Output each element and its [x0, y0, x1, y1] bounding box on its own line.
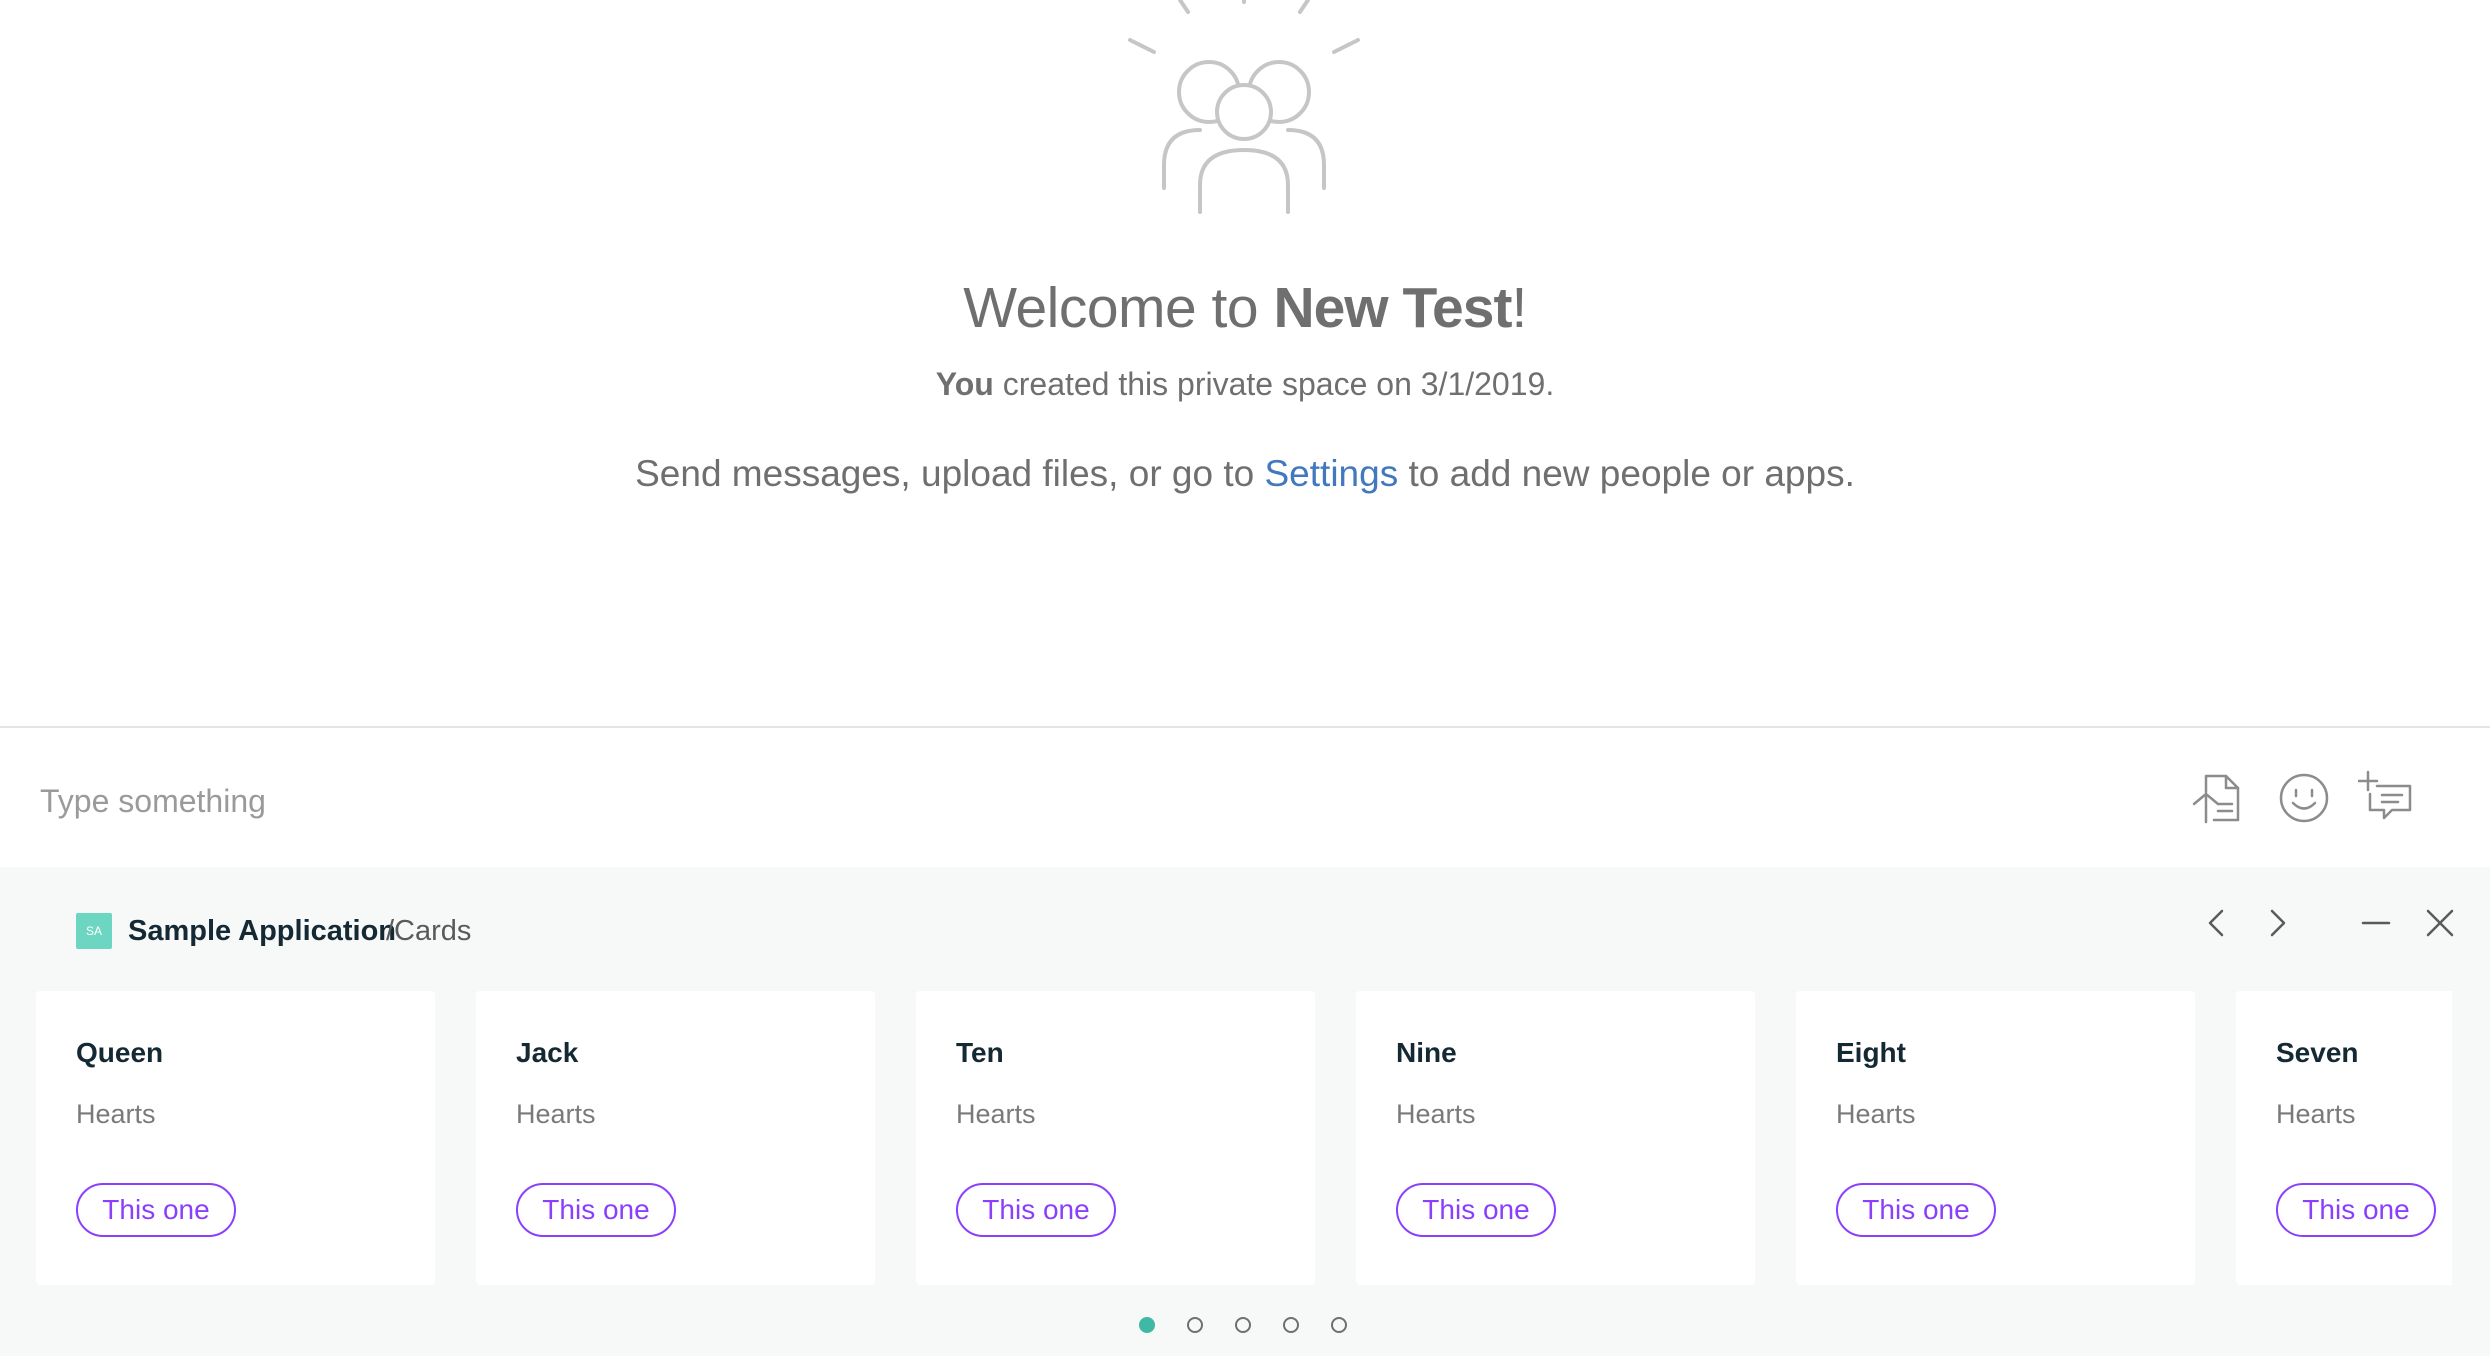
pagination-dot-active[interactable] — [1139, 1317, 1155, 1333]
instructions-text: Send messages, upload files, or go to Se… — [0, 453, 2490, 495]
card: Nine Hearts This one — [1356, 991, 1755, 1285]
created-text: created this private space on 3/1/2019. — [993, 366, 1555, 402]
pagination-dot[interactable] — [1235, 1317, 1251, 1333]
people-group-icon — [1128, 0, 1360, 214]
card: Ten Hearts This one — [916, 991, 1315, 1285]
card-title: Jack — [516, 1037, 579, 1068]
card-title: Nine — [1396, 1037, 1457, 1068]
welcome-title-suffix: ! — [1511, 276, 1527, 340]
add-action-icon[interactable] — [2358, 770, 2414, 826]
app-tray: SA Sample Application /Cards Queen Heart… — [0, 867, 2490, 1356]
pagination-dot[interactable] — [1331, 1317, 1347, 1333]
chevron-right-icon[interactable] — [2257, 903, 2297, 943]
this-one-button[interactable]: This one — [516, 1183, 676, 1237]
chevron-left-icon[interactable] — [2197, 903, 2237, 943]
pagination-dot[interactable] — [1187, 1317, 1203, 1333]
created-info: You created this private space on 3/1/20… — [0, 366, 2490, 403]
card-title: Seven — [2276, 1037, 2359, 1068]
card-title: Eight — [1836, 1037, 1906, 1068]
close-icon[interactable] — [2420, 903, 2460, 943]
card-title: Queen — [76, 1037, 164, 1068]
space-name: New Test — [1273, 276, 1512, 340]
card-subtitle: Hearts — [956, 1099, 1036, 1129]
pagination-dot[interactable] — [1283, 1317, 1299, 1333]
settings-link[interactable]: Settings — [1265, 453, 1399, 494]
app-name: Sample Application — [128, 915, 397, 947]
welcome-title: Welcome to New Test! — [0, 275, 2490, 341]
card: Jack Hearts This one — [476, 991, 875, 1285]
message-composer — [0, 726, 2490, 869]
card-carousel: Queen Hearts This one Jack Hearts This o… — [36, 991, 2452, 1285]
upload-file-icon[interactable] — [2190, 770, 2246, 826]
card-subtitle: Hearts — [76, 1099, 156, 1129]
emoji-icon[interactable] — [2276, 770, 2332, 826]
app-badge: SA — [76, 913, 112, 949]
creator-name: You — [935, 366, 994, 402]
minimize-icon[interactable] — [2356, 903, 2396, 943]
message-input[interactable] — [38, 770, 2142, 832]
card-title: Ten — [956, 1037, 1004, 1068]
card-subtitle: Hearts — [516, 1099, 596, 1129]
app-path: /Cards — [386, 915, 472, 947]
card: Seven Hearts This one — [2236, 991, 2452, 1285]
this-one-button[interactable]: This one — [956, 1183, 1116, 1237]
this-one-button[interactable]: This one — [2276, 1183, 2436, 1237]
welcome-title-prefix: Welcome to — [963, 276, 1274, 340]
this-one-button[interactable]: This one — [76, 1183, 236, 1237]
card-subtitle: Hearts — [1396, 1099, 1476, 1129]
instructions-prefix: Send messages, upload files, or go to — [635, 453, 1265, 494]
welcome-area: Welcome to New Test! You created this pr… — [0, 0, 2490, 726]
instructions-suffix: to add new people or apps. — [1398, 453, 1855, 494]
card: Queen Hearts This one — [36, 991, 435, 1285]
card: Eight Hearts This one — [1796, 991, 2195, 1285]
this-one-button[interactable]: This one — [1396, 1183, 1556, 1237]
card-subtitle: Hearts — [1836, 1099, 1916, 1129]
this-one-button[interactable]: This one — [1836, 1183, 1996, 1237]
card-subtitle: Hearts — [2276, 1099, 2356, 1129]
